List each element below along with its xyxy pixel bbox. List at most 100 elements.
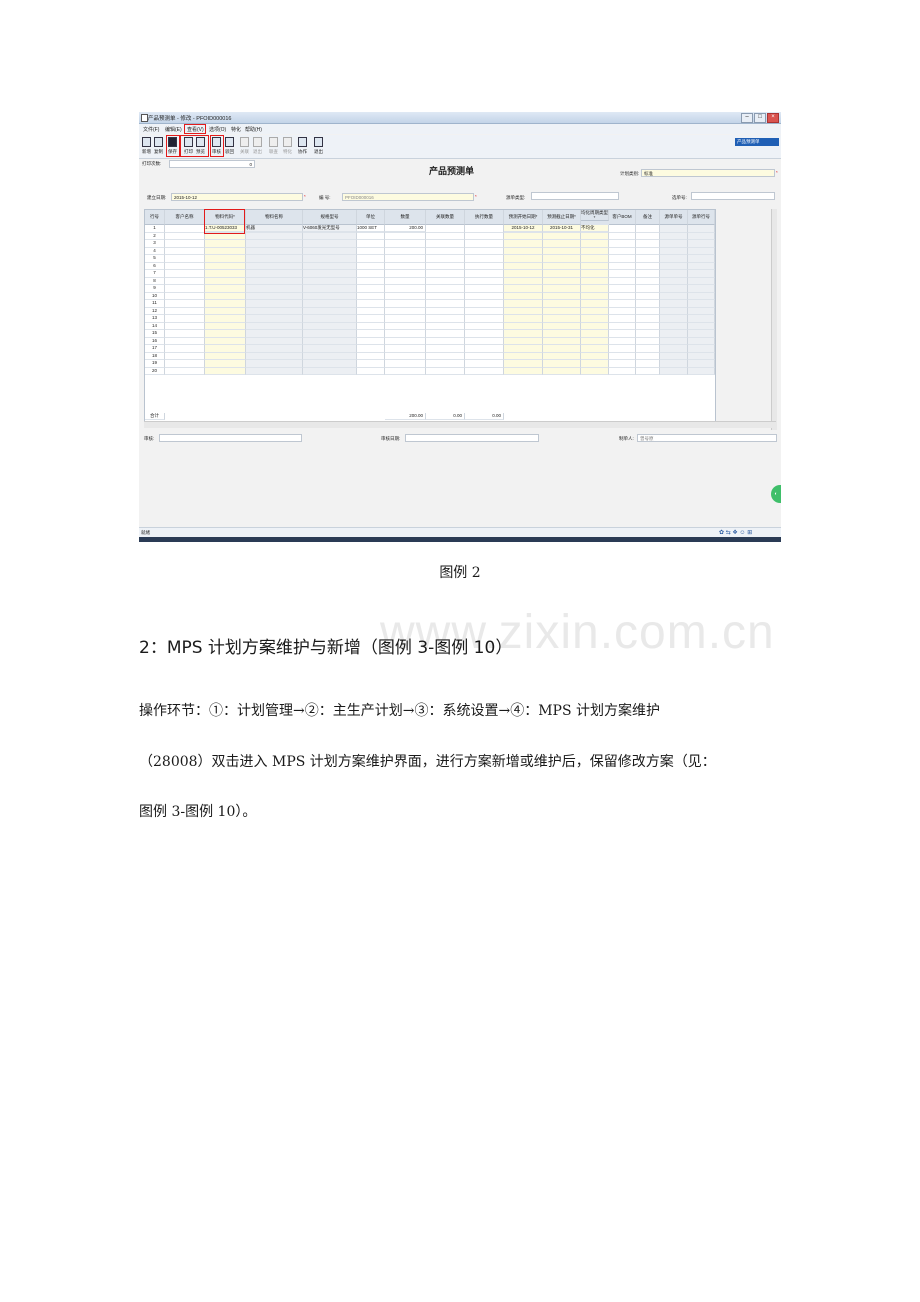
grid-cell[interactable] <box>357 345 385 353</box>
grid-cell[interactable] <box>504 322 543 330</box>
grid-cell[interactable] <box>303 270 357 278</box>
grid-cell[interactable] <box>636 240 660 248</box>
menu-special[interactable]: 特化 <box>231 126 241 133</box>
grid-cell[interactable] <box>303 352 357 360</box>
toolbar-reject-button[interactable]: 驳回 <box>224 137 235 155</box>
grid-cell[interactable] <box>357 300 385 308</box>
grid-cell[interactable] <box>303 322 357 330</box>
grid-cell[interactable] <box>357 352 385 360</box>
row1-start-date[interactable]: 2015-10-12 <box>504 225 543 232</box>
grid-cell[interactable] <box>165 315 205 323</box>
grid-cell[interactable] <box>660 300 688 308</box>
grid-cell[interactable] <box>385 247 426 255</box>
grid-cell[interactable] <box>636 360 660 368</box>
grid-cell[interactable] <box>205 345 246 353</box>
grid-cell[interactable] <box>609 300 636 308</box>
grid-cell[interactable] <box>246 300 303 308</box>
grid-cell[interactable] <box>165 307 205 315</box>
grid-cell[interactable] <box>660 345 688 353</box>
grid-cell[interactable] <box>660 255 688 263</box>
grid-cell[interactable] <box>165 337 205 345</box>
grid-cell[interactable] <box>581 255 609 263</box>
grid-cell[interactable] <box>609 337 636 345</box>
grid-cell[interactable] <box>246 247 303 255</box>
grid-cell[interactable] <box>246 262 303 270</box>
grid-cell[interactable] <box>504 285 543 293</box>
grid-cell[interactable] <box>465 307 504 315</box>
grid-cell[interactable] <box>303 285 357 293</box>
grid-cell[interactable] <box>688 240 715 248</box>
grid-cell[interactable] <box>385 307 426 315</box>
grid-cell[interactable] <box>385 285 426 293</box>
grid-cell[interactable] <box>465 330 504 338</box>
grid-cell[interactable] <box>385 277 426 285</box>
grid-cell[interactable] <box>660 330 688 338</box>
grid-cell[interactable] <box>246 292 303 300</box>
grid-cell[interactable] <box>426 262 465 270</box>
grid-cell[interactable] <box>357 255 385 263</box>
grid-cell[interactable] <box>636 262 660 270</box>
grid-cell[interactable] <box>165 232 205 240</box>
grid-cell[interactable] <box>303 232 357 240</box>
grid-cell[interactable] <box>357 262 385 270</box>
grid-cell[interactable] <box>205 322 246 330</box>
grid-cell[interactable] <box>303 307 357 315</box>
grid-cell[interactable] <box>246 367 303 375</box>
grid-cell[interactable] <box>385 345 426 353</box>
grid-cell[interactable] <box>581 262 609 270</box>
grid-cell[interactable] <box>246 307 303 315</box>
grid-cell[interactable] <box>581 337 609 345</box>
grid-cell[interactable] <box>581 247 609 255</box>
grid-cell[interactable] <box>660 285 688 293</box>
grid-cell[interactable] <box>465 240 504 248</box>
grid-cell[interactable] <box>165 345 205 353</box>
grid-cell[interactable] <box>543 292 581 300</box>
grid-cell[interactable] <box>688 300 715 308</box>
grid-cell[interactable] <box>465 225 504 233</box>
grid-cell[interactable] <box>165 322 205 330</box>
grid-cell[interactable] <box>688 345 715 353</box>
grid-cell[interactable] <box>581 307 609 315</box>
grid-cell[interactable] <box>165 240 205 248</box>
toolbar-new-button[interactable]: 新增 <box>141 137 152 155</box>
grid-cell[interactable] <box>205 262 246 270</box>
grid-cell[interactable] <box>205 240 246 248</box>
grid-cell[interactable] <box>246 315 303 323</box>
grid-cell[interactable] <box>165 270 205 278</box>
grid-cell[interactable] <box>303 292 357 300</box>
grid-cell[interactable] <box>581 322 609 330</box>
grid-cell[interactable] <box>205 277 246 285</box>
row1-unit[interactable]: 1000 SET <box>357 225 385 232</box>
grid-cell[interactable] <box>609 315 636 323</box>
grid-cell[interactable] <box>357 240 385 248</box>
grid-cell[interactable] <box>660 292 688 300</box>
grid-cell[interactable] <box>303 300 357 308</box>
grid-cell[interactable] <box>660 247 688 255</box>
grid-cell[interactable] <box>385 270 426 278</box>
grid-cell[interactable] <box>504 315 543 323</box>
grid-cell[interactable] <box>465 277 504 285</box>
grid-cell[interactable] <box>426 255 465 263</box>
number-field[interactable]: PFOID000016 <box>342 193 474 201</box>
grid-cell[interactable] <box>609 367 636 375</box>
grid-cell[interactable] <box>581 360 609 368</box>
grid-cell[interactable] <box>465 367 504 375</box>
plan-type-field[interactable]: 标准 <box>641 169 775 177</box>
grid-cell[interactable] <box>504 300 543 308</box>
grid-cell[interactable] <box>688 352 715 360</box>
grid-cell[interactable] <box>303 337 357 345</box>
toolbar-special-button[interactable]: 特化 <box>282 137 293 155</box>
grid-cell[interactable] <box>205 247 246 255</box>
grid-cell[interactable] <box>636 367 660 375</box>
toolbar-collab-button[interactable]: 协作 <box>297 137 308 155</box>
assistant-float-button[interactable]: ◐ <box>771 485 781 503</box>
grid-cell[interactable] <box>205 367 246 375</box>
grid-cell[interactable] <box>357 270 385 278</box>
grid-cell[interactable] <box>609 330 636 338</box>
grid-cell[interactable] <box>426 232 465 240</box>
grid-cell[interactable] <box>426 345 465 353</box>
grid-cell[interactable] <box>426 300 465 308</box>
grid-cell[interactable] <box>636 300 660 308</box>
grid-cell[interactable] <box>465 270 504 278</box>
grid-cell[interactable] <box>385 315 426 323</box>
